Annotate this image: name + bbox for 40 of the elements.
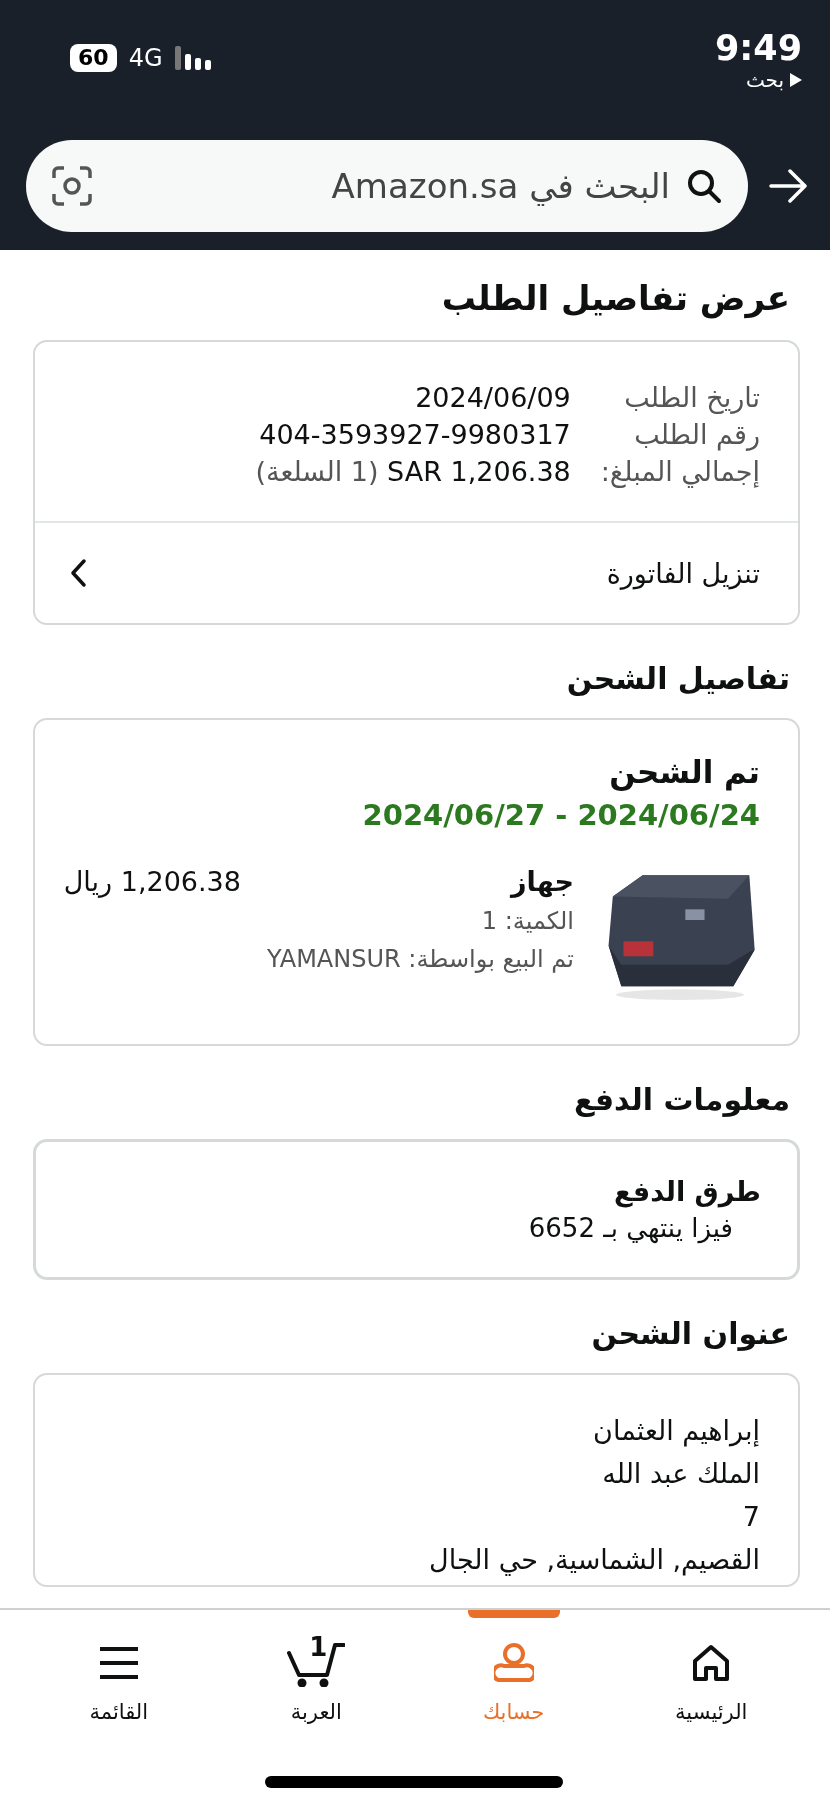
product-price: 1,206.38 ريال (63, 866, 241, 900)
shipment-status: تم الشحن (608, 754, 760, 790)
download-invoice-link[interactable]: تنزيل الفاتورة (35, 523, 798, 623)
cart-count: 1 (309, 1632, 328, 1662)
back-to-app-link[interactable]: بحث (745, 68, 802, 92)
field-label: رقم الطلب (633, 419, 760, 450)
quantity-text: الكمية: 1 (480, 907, 574, 935)
section-heading: تفاصيل الشحن (565, 661, 790, 696)
nav-tab[interactable]: الرئيسية (612, 1610, 810, 1724)
battery-indicator: 60 (70, 44, 117, 72)
address-line: القصيم, الشماسية, حي الجال (429, 1544, 760, 1575)
play-triangle-icon (790, 73, 802, 87)
address-line: إبراهيم العثمان (593, 1415, 760, 1446)
home-icon (691, 1643, 732, 1683)
seller-text: تم البيع بواسطة: YAMANSUR (266, 945, 574, 973)
field-value: 2024/06/09 (415, 382, 571, 413)
person-icon (493, 1642, 534, 1684)
delivery-dates: 2024/06/24 - 2024/06/27 (361, 798, 760, 832)
search-field[interactable]: البحث في Amazon.sa (106, 165, 672, 207)
arrow-right-icon[interactable] (768, 169, 808, 203)
search-bar[interactable]: البحث في Amazon.sa (26, 140, 748, 232)
signal-icon (174, 46, 211, 70)
camera-scan-icon[interactable] (52, 166, 92, 206)
clock-time: 9:49 (714, 28, 802, 68)
menu-icon (97, 1646, 140, 1680)
search-icon (686, 168, 722, 204)
field-value: 404-3593927-9980317 (259, 419, 571, 450)
section-heading: عنوان الشحن (590, 1316, 790, 1351)
page-title: عرض تفاصيل الطلب (440, 278, 790, 318)
network-label: 4G (128, 44, 163, 72)
payment-method-text: فيزا ينتهي بـ 6652 (527, 1213, 733, 1243)
product-name[interactable]: جهاز (266, 866, 574, 897)
chevron-left-icon (69, 558, 87, 588)
address-line: الملك عبد الله (602, 1458, 760, 1489)
payment-method-title: طرق الدفع (613, 1176, 761, 1207)
nav-tab[interactable]: القائمة (20, 1610, 218, 1724)
field-label: إجمالي المبلغ: (600, 456, 760, 487)
address-line: 7 (742, 1501, 760, 1532)
section-heading: معلومات الدفع (573, 1082, 790, 1117)
field-label: تاريخ الطلب (623, 382, 760, 413)
